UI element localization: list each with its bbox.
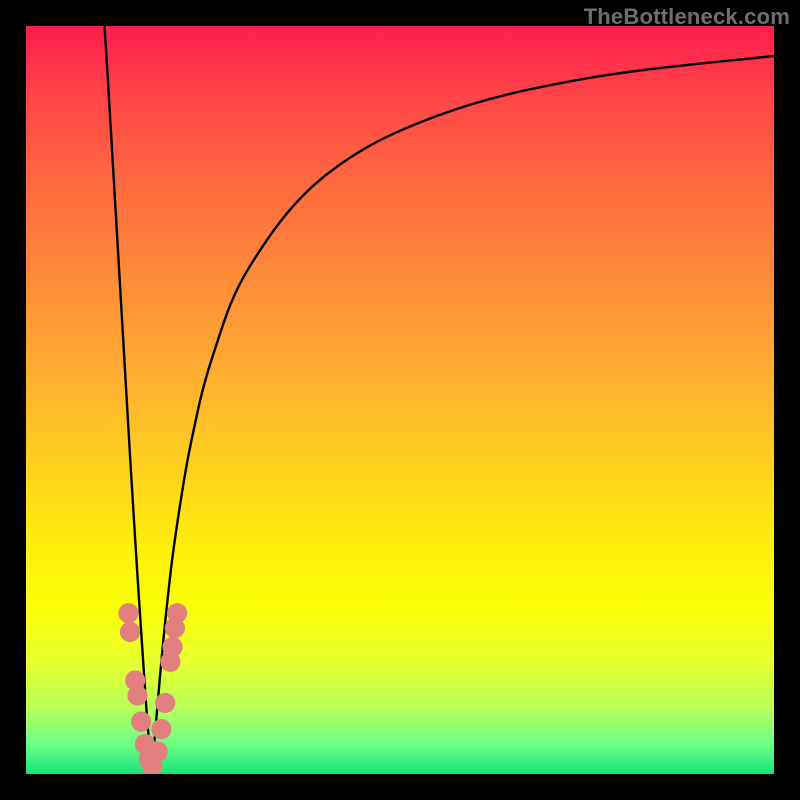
scatter-dots (118, 603, 187, 774)
scatter-dot (118, 603, 138, 623)
bottleneck-curve-left (105, 26, 152, 774)
plot-area (26, 26, 774, 774)
bottleneck-curve-right (152, 56, 774, 774)
scatter-dot (163, 637, 183, 657)
curve-layer (26, 26, 774, 774)
scatter-dot (127, 685, 147, 705)
scatter-dot (151, 719, 171, 739)
scatter-dot (148, 741, 168, 761)
scatter-dot (131, 712, 151, 732)
scatter-dot (155, 693, 175, 713)
scatter-dot (167, 603, 187, 623)
scatter-dot (120, 622, 140, 642)
watermark-text: TheBottleneck.com (584, 4, 790, 30)
chart-frame: TheBottleneck.com (0, 0, 800, 800)
